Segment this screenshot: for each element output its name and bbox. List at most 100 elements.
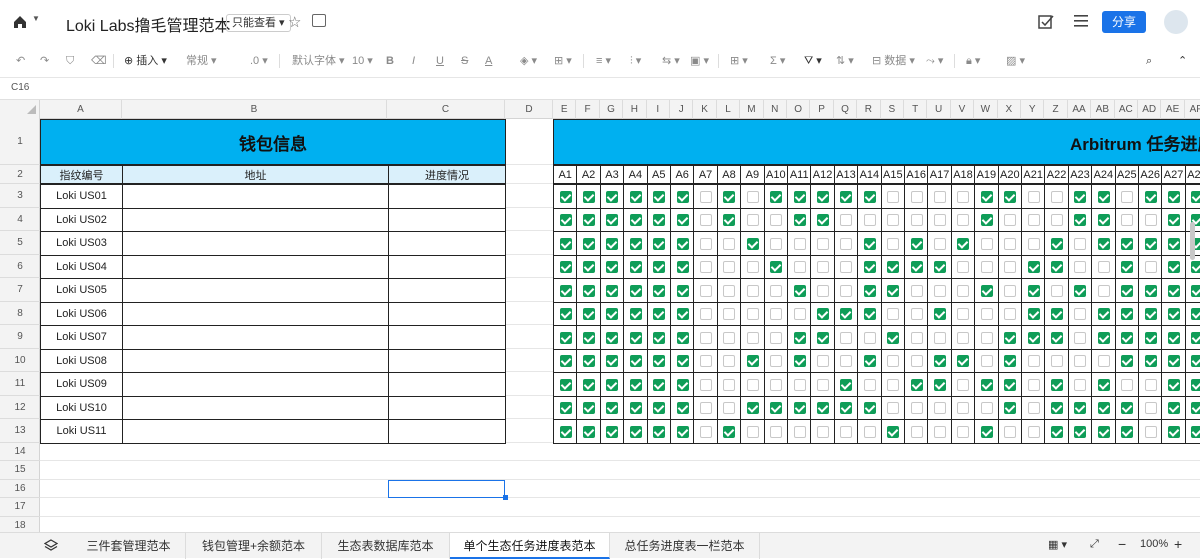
task-cell[interactable] [904, 301, 929, 326]
unchecked-checkbox[interactable] [957, 425, 970, 438]
row-header[interactable]: 13 [0, 419, 40, 443]
checked-checkbox[interactable] [676, 331, 689, 344]
task-cell[interactable] [646, 419, 671, 444]
task-cell[interactable] [1138, 207, 1163, 232]
unchecked-checkbox[interactable] [840, 237, 853, 250]
checked-checkbox[interactable] [1168, 402, 1181, 415]
task-cell[interactable] [1184, 325, 1200, 350]
task-cell[interactable] [927, 348, 952, 373]
task-cell[interactable] [857, 348, 882, 373]
unchecked-checkbox[interactable] [1097, 261, 1110, 274]
underline-button[interactable]: U [436, 54, 444, 68]
checked-checkbox[interactable] [1168, 355, 1181, 368]
sheet-tab[interactable]: 生态表数据库范本 [322, 533, 450, 559]
unchecked-checkbox[interactable] [1144, 402, 1157, 415]
task-cell[interactable] [623, 184, 648, 209]
task-cell[interactable] [576, 372, 601, 397]
column-header[interactable]: T [904, 100, 928, 119]
unchecked-checkbox[interactable] [887, 402, 900, 415]
checked-checkbox[interactable] [606, 214, 619, 227]
task-cell[interactable] [950, 419, 976, 444]
checked-checkbox[interactable] [583, 308, 596, 321]
task-cell[interactable] [1021, 348, 1046, 373]
task-cell[interactable] [716, 372, 742, 397]
checked-checkbox[interactable] [1144, 355, 1157, 368]
task-cell[interactable] [810, 395, 835, 420]
checked-checkbox[interactable] [1144, 284, 1157, 297]
unchecked-checkbox[interactable] [1144, 378, 1157, 391]
task-cell[interactable] [576, 301, 601, 326]
document-title[interactable]: Loki Labs撸毛管理范本 [66, 12, 231, 36]
task-cell[interactable] [974, 184, 999, 209]
task-cell[interactable] [927, 372, 952, 397]
unchecked-checkbox[interactable] [934, 331, 947, 344]
checked-checkbox[interactable] [583, 190, 596, 203]
column-header[interactable]: S [881, 100, 904, 119]
zoom-level[interactable]: 100% [1140, 538, 1168, 550]
task-cell[interactable] [787, 184, 812, 209]
checked-checkbox[interactable] [1168, 261, 1181, 274]
task-cell[interactable] [599, 254, 625, 279]
unchecked-checkbox[interactable] [700, 237, 713, 250]
task-cell[interactable] [1044, 325, 1069, 350]
wallet-id-cell[interactable]: Loki US02 [40, 207, 123, 232]
checked-checkbox[interactable] [1121, 331, 1134, 344]
unchecked-checkbox[interactable] [1051, 214, 1064, 227]
unchecked-checkbox[interactable] [770, 237, 783, 250]
task-cell[interactable] [740, 301, 765, 326]
task-cell[interactable] [1091, 395, 1116, 420]
checked-checkbox[interactable] [1168, 190, 1181, 203]
checked-checkbox[interactable] [1121, 402, 1134, 415]
task-cell[interactable] [693, 278, 718, 303]
unchecked-checkbox[interactable] [887, 355, 900, 368]
checked-checkbox[interactable] [559, 402, 572, 415]
wallet-address-cell[interactable] [122, 419, 389, 444]
task-cell[interactable] [1161, 419, 1186, 444]
unchecked-checkbox[interactable] [910, 355, 923, 368]
merge-cells-icon[interactable]: ▣ ▾ [690, 54, 709, 68]
task-cell[interactable] [1161, 207, 1186, 232]
task-cell[interactable] [716, 231, 742, 256]
task-cell[interactable] [646, 254, 671, 279]
task-cell[interactable] [763, 231, 788, 256]
wallet-address-cell[interactable] [122, 348, 389, 373]
column-header[interactable]: B [122, 100, 387, 119]
task-cell[interactable] [857, 278, 882, 303]
checked-checkbox[interactable] [629, 355, 642, 368]
share-button[interactable]: 分享 [1102, 11, 1146, 33]
column-header[interactable]: H [623, 100, 647, 119]
task-cell[interactable] [833, 184, 859, 209]
sheet-tab[interactable]: 三件套管理范本 [72, 533, 186, 559]
task-cell[interactable] [763, 395, 788, 420]
column-header[interactable]: O [787, 100, 811, 119]
task-cell[interactable] [670, 231, 695, 256]
checked-checkbox[interactable] [793, 402, 806, 415]
task-cell[interactable] [787, 231, 812, 256]
unchecked-checkbox[interactable] [840, 261, 853, 274]
task-cell[interactable] [974, 207, 999, 232]
task-cell[interactable] [553, 419, 578, 444]
unchecked-checkbox[interactable] [746, 331, 759, 344]
selected-cell[interactable] [388, 479, 505, 498]
font-size-select[interactable]: 10 ▾ [352, 54, 373, 68]
checked-checkbox[interactable] [629, 214, 642, 227]
wallet-address-cell[interactable] [122, 301, 389, 326]
task-cell[interactable] [553, 184, 578, 209]
unchecked-checkbox[interactable] [770, 284, 783, 297]
task-cell[interactable] [716, 395, 742, 420]
row-header[interactable]: 5 [0, 231, 40, 255]
unchecked-checkbox[interactable] [1004, 308, 1017, 321]
checked-checkbox[interactable] [559, 214, 572, 227]
checked-checkbox[interactable] [1121, 355, 1134, 368]
unchecked-checkbox[interactable] [700, 378, 713, 391]
row-header[interactable]: 6 [0, 255, 40, 278]
unchecked-checkbox[interactable] [1004, 214, 1017, 227]
row-header[interactable]: 8 [0, 302, 40, 325]
task-cell[interactable] [693, 254, 718, 279]
task-cell[interactable] [693, 301, 718, 326]
column-header[interactable]: E [553, 100, 577, 119]
unchecked-checkbox[interactable] [1027, 402, 1040, 415]
unchecked-checkbox[interactable] [1051, 190, 1064, 203]
task-cell[interactable] [950, 325, 976, 350]
checked-checkbox[interactable] [676, 214, 689, 227]
